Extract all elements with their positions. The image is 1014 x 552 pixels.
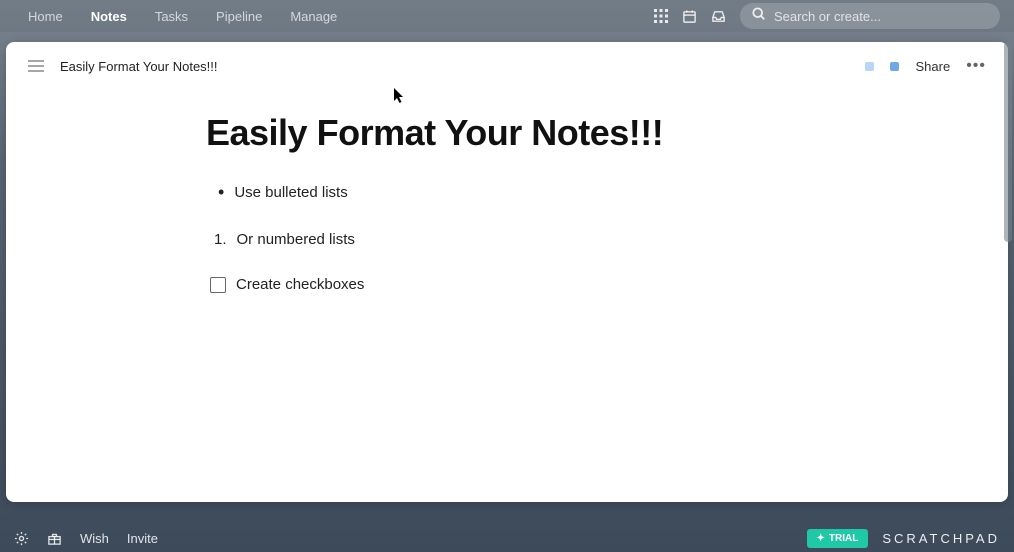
scrollbar-thumb[interactable]	[1004, 42, 1012, 242]
note-header: Easily Format Your Notes!!! Share •••	[6, 42, 1008, 90]
checkbox-list-item[interactable]: Create checkboxes	[206, 276, 808, 293]
search-box[interactable]	[740, 3, 1000, 29]
nav-manage[interactable]: Manage	[276, 3, 351, 30]
tag-indicator-2[interactable]	[890, 62, 899, 71]
nav-home[interactable]: Home	[14, 3, 77, 30]
sparkle-icon: ✦	[817, 533, 825, 544]
menu-icon[interactable]	[28, 60, 44, 72]
settings-gear-icon[interactable]	[14, 531, 29, 546]
numbered-list-item[interactable]: 1. Or numbered lists	[206, 231, 808, 248]
bullet-text: Use bulleted lists	[234, 184, 347, 201]
nav-pipeline[interactable]: Pipeline	[202, 3, 276, 30]
nav-notes[interactable]: Notes	[77, 3, 141, 30]
inbox-icon[interactable]	[711, 9, 726, 24]
bottom-bar: Wish Invite ✦ TRIAL SCRATCHPAD	[0, 524, 1014, 552]
share-button[interactable]: Share	[915, 59, 950, 74]
tag-indicator-1[interactable]	[865, 62, 874, 71]
wish-link[interactable]: Wish	[80, 531, 109, 546]
checkbox-input[interactable]	[210, 277, 226, 293]
checkbox-text: Create checkboxes	[236, 276, 364, 293]
note-body[interactable]: Easily Format Your Notes!!! Use bulleted…	[6, 90, 1008, 293]
invite-link[interactable]: Invite	[127, 531, 158, 546]
trial-label: TRIAL	[829, 533, 858, 544]
more-options-icon[interactable]: •••	[966, 57, 986, 75]
bulleted-list-item[interactable]: Use bulleted lists	[206, 182, 808, 203]
numbered-text: Or numbered lists	[237, 231, 355, 248]
nav-tasks[interactable]: Tasks	[141, 3, 202, 30]
note-title-heading[interactable]: Easily Format Your Notes!!!	[206, 112, 808, 154]
nav-items-container: Home Notes Tasks Pipeline Manage	[14, 3, 351, 30]
gift-icon[interactable]	[47, 531, 62, 546]
bottom-right: ✦ TRIAL SCRATCHPAD	[807, 529, 1000, 548]
topbar-right	[654, 3, 1000, 29]
search-icon	[752, 7, 766, 26]
search-input[interactable]	[774, 9, 988, 24]
note-header-actions: Share •••	[865, 57, 986, 75]
calendar-icon[interactable]	[682, 9, 697, 24]
note-content[interactable]: Use bulleted lists 1. Or numbered lists …	[206, 182, 808, 293]
note-title-breadcrumb: Easily Format Your Notes!!!	[60, 59, 218, 74]
apps-grid-icon[interactable]	[654, 9, 668, 23]
numbered-prefix: 1.	[214, 231, 227, 248]
note-editor-card: Easily Format Your Notes!!! Share ••• Ea…	[6, 42, 1008, 502]
trial-badge[interactable]: ✦ TRIAL	[807, 529, 869, 548]
brand-logo: SCRATCHPAD	[882, 531, 1000, 546]
top-navigation: Home Notes Tasks Pipeline Manage	[0, 0, 1014, 32]
